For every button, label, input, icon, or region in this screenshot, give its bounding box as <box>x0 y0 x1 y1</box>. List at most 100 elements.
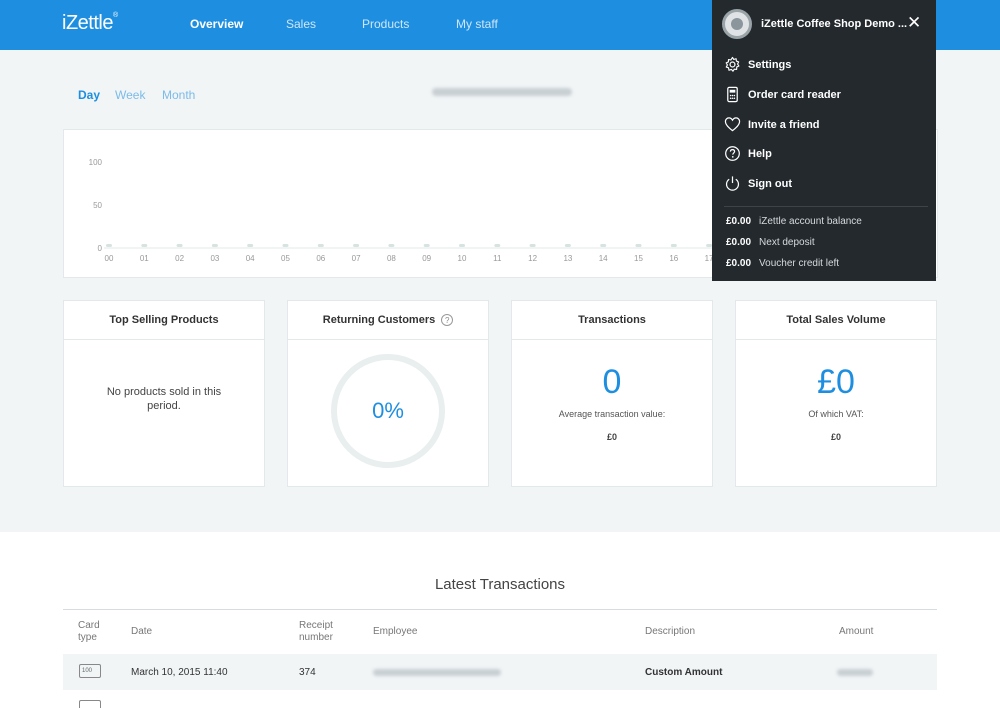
card-title: Returning Customers ? <box>288 301 488 340</box>
chart-point[interactable] <box>247 244 254 247</box>
chart-point[interactable] <box>600 244 607 247</box>
transactions-count: 0 <box>602 363 622 401</box>
x-tick-label: 10 <box>458 254 467 263</box>
col-receipt[interactable]: Receipt number <box>299 620 341 644</box>
x-tick-label: 16 <box>669 254 678 263</box>
x-tick-label: 14 <box>599 254 608 263</box>
nav-overview[interactable]: Overview <box>190 17 243 31</box>
nav-my-staff[interactable]: My staff <box>456 17 498 31</box>
nav-sales[interactable]: Sales <box>286 17 316 31</box>
total-sales-value: £0 <box>817 363 855 401</box>
chart-point[interactable] <box>670 244 677 247</box>
power-icon <box>725 176 740 191</box>
x-tick-label: 01 <box>140 254 149 263</box>
col-card-type[interactable]: Card type <box>78 620 108 644</box>
returning-donut: 0% <box>331 354 445 468</box>
card-title: Transactions <box>512 301 712 340</box>
col-description[interactable]: Description <box>645 626 695 638</box>
x-tick-label: 08 <box>387 254 396 263</box>
menu-item-label: Invite a friend <box>748 119 820 131</box>
x-tick-label: 12 <box>528 254 537 263</box>
chart-point[interactable] <box>459 244 465 247</box>
menu-divider <box>724 206 928 207</box>
col-amount[interactable]: Amount <box>839 626 873 638</box>
chart-point[interactable] <box>494 244 501 247</box>
chart-point[interactable] <box>423 244 430 247</box>
chart-point[interactable] <box>176 244 183 247</box>
x-tick-label: 11 <box>493 254 502 263</box>
col-employee[interactable]: Employee <box>373 626 417 638</box>
chart-point[interactable] <box>106 244 112 247</box>
next-deposit: £0.00 Next deposit <box>726 237 815 248</box>
y-tick-label: 100 <box>89 158 103 167</box>
menu-item-settings[interactable]: Settings <box>712 52 936 78</box>
avg-transaction-value: £0 <box>606 432 617 442</box>
card-title: Total Sales Volume <box>736 301 936 340</box>
vat-label: Of which VAT: <box>808 409 864 419</box>
card-reader-icon <box>727 86 738 103</box>
menu-item-order-card-reader[interactable]: Order card reader <box>712 82 936 108</box>
card-transactions: Transactions 0 Average transaction value… <box>511 300 713 487</box>
menu-item-label: Sign out <box>748 178 792 190</box>
chart-point[interactable] <box>317 244 324 247</box>
heart-icon <box>724 117 741 132</box>
x-tick-label: 02 <box>175 254 184 263</box>
menu-item-help[interactable]: Help <box>712 141 936 167</box>
employee-blurred <box>373 669 501 676</box>
tab-day[interactable]: Day <box>78 88 100 102</box>
y-tick-label: 50 <box>93 201 102 210</box>
x-tick-label: 13 <box>563 254 572 263</box>
latest-transactions-section: Latest Transactions Card type Date Recei… <box>0 532 1000 708</box>
chart-point[interactable] <box>635 244 642 247</box>
avg-transaction-label: Average transaction value: <box>558 409 666 419</box>
close-icon[interactable]: ✕ <box>907 13 921 33</box>
row-receipt: 374 <box>299 667 316 678</box>
account-name[interactable]: iZettle Coffee Shop Demo ... <box>761 18 907 30</box>
chart-point[interactable] <box>388 244 395 247</box>
card-top-selling: Top Selling Products No products sold in… <box>63 300 265 487</box>
row-description: Custom Amount <box>645 667 723 678</box>
x-tick-label: 04 <box>246 254 255 263</box>
help-icon <box>725 146 740 161</box>
empty-message: No products sold in this period. <box>106 386 222 412</box>
gear-icon <box>725 56 740 72</box>
chart-point[interactable] <box>529 244 536 247</box>
account-balance: £0.00 iZettle account balance <box>726 216 862 227</box>
chart-point[interactable] <box>564 244 571 247</box>
menu-item-sign-out[interactable]: Sign out <box>712 171 936 197</box>
col-date[interactable]: Date <box>131 626 152 638</box>
menu-item-label: Help <box>748 148 772 160</box>
voucher-credit: £0.00 Voucher credit left <box>726 258 840 269</box>
card-total-sales: Total Sales Volume £0 Of which VAT: £0 <box>735 300 937 487</box>
returning-value: 0% <box>372 398 404 423</box>
x-tick-label: 06 <box>316 254 325 263</box>
account-menu: iZettle Coffee Shop Demo ... ✕ Settings … <box>712 0 936 281</box>
account-header: iZettle Coffee Shop Demo ... ✕ <box>712 0 936 47</box>
nav-products[interactable]: Products <box>362 17 409 31</box>
tab-week[interactable]: Week <box>115 88 145 102</box>
table-row[interactable] <box>63 690 937 708</box>
menu-item-label: Order card reader <box>748 89 841 101</box>
card-returning-customers: Returning Customers ? 0% <box>287 300 489 487</box>
menu-item-invite-friend[interactable]: Invite a friend <box>712 112 936 138</box>
help-icon[interactable]: ? <box>441 314 454 326</box>
table-row[interactable]: 100 March 10, 2015 11:40 374 Custom Amou… <box>63 654 937 690</box>
avatar <box>722 9 752 39</box>
chart-point[interactable] <box>211 244 218 247</box>
date-label-blurred <box>432 88 572 96</box>
y-tick-label: 0 <box>98 244 103 253</box>
x-tick-label: 03 <box>210 254 219 263</box>
chart-point[interactable] <box>282 244 289 247</box>
x-tick-label: 15 <box>634 254 643 263</box>
section-title: Latest Transactions <box>434 576 566 593</box>
table-header: Card type Date Receipt number Employee D… <box>63 609 937 654</box>
chart-point[interactable] <box>353 244 360 247</box>
x-tick-label: 05 <box>281 254 290 263</box>
card-icon <box>79 700 101 708</box>
tab-month[interactable]: Month <box>162 88 195 102</box>
row-date: March 10, 2015 11:40 <box>131 667 228 678</box>
chart-point[interactable] <box>141 244 148 247</box>
vat-value: £0 <box>830 432 841 442</box>
logo[interactable]: iZettle® <box>62 12 118 35</box>
x-tick-label: 09 <box>422 254 431 263</box>
